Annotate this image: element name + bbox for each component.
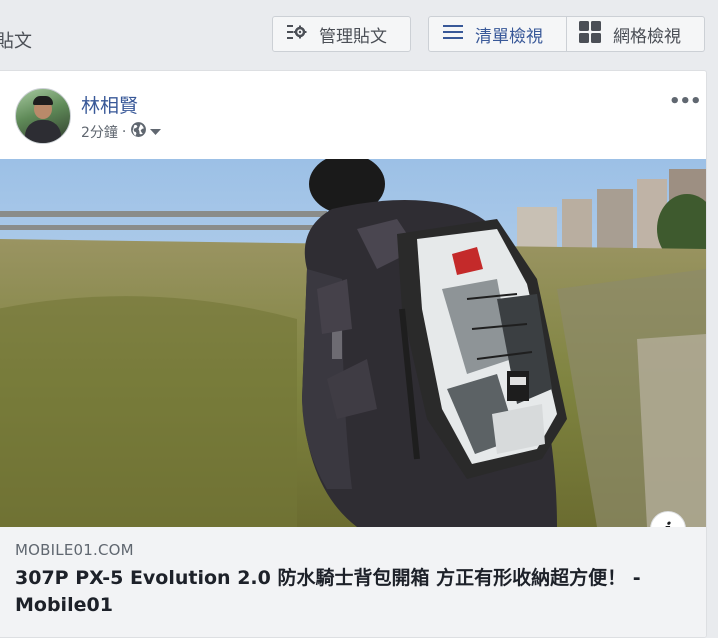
view-toggle: 清單檢視 網格檢視	[428, 16, 705, 52]
manage-posts-label: 管理貼文	[319, 26, 387, 47]
manage-icon	[287, 24, 307, 45]
list-view-label: 清單檢視	[475, 26, 543, 47]
link-domain: MOBILE01.COM	[15, 541, 134, 559]
list-view-button[interactable]: 清單檢視	[428, 16, 567, 52]
grid-view-button[interactable]: 網格檢視	[567, 16, 705, 52]
avatar[interactable]	[15, 88, 71, 144]
post-card: 林相賢 2分鐘 · ••• MOBILE01.COM 307P PX-5 Evo…	[0, 70, 707, 638]
meta-separator: ·	[121, 123, 127, 140]
page-header: 貼文 管理貼文 清單檢視 網格檢視	[0, 0, 718, 70]
post-meta: 2分鐘 ·	[81, 121, 162, 142]
link-preview-image[interactable]	[0, 159, 706, 527]
section-title: 貼文	[0, 31, 32, 52]
author-name[interactable]: 林相賢	[81, 91, 138, 118]
caret-down-icon[interactable]	[150, 124, 162, 140]
post-time[interactable]: 2分鐘	[81, 122, 118, 142]
grid-icon	[579, 20, 601, 48]
grid-view-label: 網格檢視	[613, 26, 681, 47]
link-title[interactable]: 307P PX-5 Evolution 2.0 防水騎士背包開箱 方正有形收納超…	[15, 565, 695, 619]
list-icon	[443, 24, 463, 45]
link-preview[interactable]: MOBILE01.COM 307P PX-5 Evolution 2.0 防水騎…	[0, 527, 706, 637]
manage-posts-button[interactable]: 管理貼文	[272, 16, 411, 52]
more-icon[interactable]: •••	[669, 91, 702, 112]
globe-icon[interactable]	[130, 121, 147, 142]
